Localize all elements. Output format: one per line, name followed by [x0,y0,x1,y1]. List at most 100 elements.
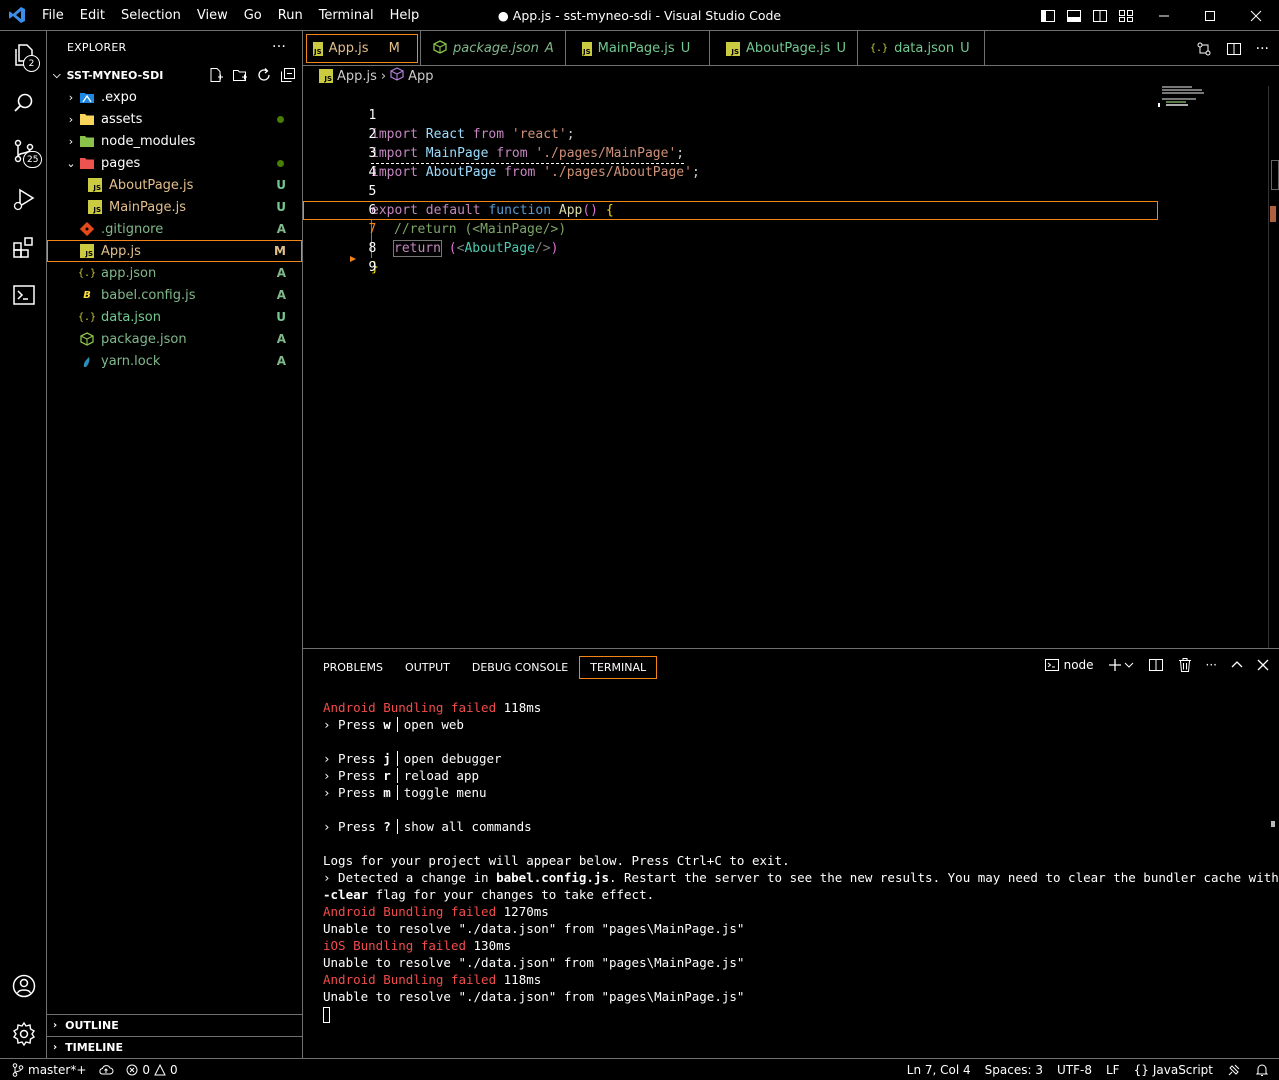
more-actions-icon[interactable]: ··· [1256,41,1269,57]
split-editor-icon[interactable] [1226,41,1242,57]
accounts-icon[interactable] [0,962,47,1010]
refresh-icon[interactable] [256,67,272,83]
timeline-title: TIMELINE [65,1041,124,1054]
maximize-panel-icon[interactable] [1231,659,1243,671]
source-control-badge: 25 [23,151,43,168]
chevron-down-icon[interactable] [1124,660,1134,670]
code-line-current: 7 return (<AboutPage/>) [303,201,1158,258]
sync-cloud-icon[interactable] [98,1064,114,1076]
customize-layout-icon[interactable] [1118,8,1134,24]
minimize-button[interactable] [1141,0,1187,31]
plus-icon [1108,659,1121,671]
maximize-button[interactable] [1187,0,1233,31]
tree-folder-expo[interactable]: › .expo [47,86,302,108]
menu-selection[interactable]: Selection [113,0,189,31]
more-actions-icon[interactable]: ··· [1206,658,1217,672]
search-icon[interactable] [0,79,47,127]
explorer-more-actions-icon[interactable]: ··· [272,39,286,55]
tab-label: App.js [328,41,369,56]
tree-folder-assets[interactable]: › assets [47,108,302,130]
source-control-icon[interactable]: 25 [0,127,47,175]
project-root[interactable]: ⌵ SST-MYNEO-SDI [47,64,302,86]
trash-icon[interactable] [1178,657,1192,673]
menu-run[interactable]: Run [270,0,311,31]
language-mode[interactable]: {} JavaScript [1134,1063,1213,1077]
remote-explorer-icon[interactable] [0,271,47,319]
feedback-icon[interactable] [1227,1063,1241,1077]
timeline-section[interactable]: › TIMELINE [47,1036,302,1058]
code-line: 9 [303,239,1158,275]
tree-file-gitignore[interactable]: .gitignore A [47,218,302,240]
extensions-icon[interactable] [0,223,47,271]
tree-file-app-json[interactable]: {.} app.json A [47,262,302,284]
scrollbar-thumb[interactable] [1271,160,1279,190]
menu-bar: File Edit Selection View Go Run Terminal… [34,0,427,31]
new-folder-icon[interactable] [232,67,248,83]
tree-file-mainpage[interactable]: JS MainPage.js U [47,196,302,218]
tree-file-package-json[interactable]: package.json A [47,328,302,350]
tree-file-app[interactable]: JS App.js M [47,240,302,262]
menu-terminal[interactable]: Terminal [311,0,382,31]
tab-problems[interactable]: PROBLEMS [313,657,393,678]
open-changes-icon[interactable] [1196,41,1212,57]
file-tree: › .expo › assets › node_modules ⌄ pages … [47,86,302,372]
git-status-badge: A [276,288,286,302]
end-of-line[interactable]: LF [1106,1063,1120,1077]
explorer-icon[interactable]: 2 [0,31,47,79]
tab-actions: ··· [1196,31,1269,66]
indentation[interactable]: Spaces: 3 [985,1063,1043,1077]
tab-mainpage-js[interactable]: JS MainPage.js U [566,31,710,66]
tab-package-json[interactable]: package.json A [421,31,566,66]
code-editor[interactable]: 1 import React from 'react'; 2 import Ma… [303,86,1279,648]
tree-file-aboutpage[interactable]: JS AboutPage.js U [47,174,302,196]
editor-scrollbar[interactable] [1268,86,1279,648]
tree-folder-node-modules[interactable]: › node_modules [47,130,302,152]
tab-data-json[interactable]: {.} data.json U [858,31,985,66]
tab-app-js[interactable]: JS App.js M [303,31,421,66]
close-button[interactable] [1233,0,1279,31]
outline-section[interactable]: › OUTLINE [47,1014,302,1036]
terminal-scroll-marker [1271,821,1275,827]
menu-go[interactable]: Go [236,0,270,31]
terminal-output[interactable]: Android Bundling failed 118ms › Press wo… [323,699,1279,1023]
toggle-secondary-sidebar-icon[interactable] [1092,8,1108,24]
terminal-line: Android Bundling failed 118ms [323,972,542,987]
cursor-position[interactable]: Ln 7, Col 4 [907,1063,971,1077]
layout-controls [1040,0,1134,31]
git-status-badge: U [276,310,286,324]
pages-folder-icon [79,155,95,171]
menu-edit[interactable]: Edit [72,0,113,31]
terminal-line: Unable to resolve "./data.json" from "pa… [323,989,745,1004]
tree-file-yarn-lock[interactable]: yarn.lock A [47,350,302,372]
terminal-selector[interactable]: node [1044,657,1094,673]
encoding[interactable]: UTF-8 [1057,1063,1092,1077]
new-file-icon[interactable] [208,67,224,83]
toggle-panel-icon[interactable] [1066,8,1082,24]
tree-file-data-json[interactable]: {.} data.json U [47,306,302,328]
menu-help[interactable]: Help [382,0,428,31]
split-terminal-icon[interactable] [1148,657,1164,673]
json-file-icon: {.} [77,267,97,279]
code-line: 2 import MainPage from './pages/MainPage… [303,106,1158,164]
run-debug-icon[interactable] [0,175,47,223]
editor-tabs: JS App.js M package.json A JS MainPage.j… [303,31,1279,66]
toggle-primary-sidebar-icon[interactable] [1040,8,1056,24]
minimap[interactable] [1158,86,1258,116]
breadcrumb-file[interactable]: App.js [337,69,377,84]
tree-file-babel-config[interactable]: B babel.config.js A [47,284,302,306]
notifications-bell-icon[interactable] [1255,1063,1269,1077]
new-terminal-button[interactable] [1108,658,1134,672]
menu-view[interactable]: View [189,0,236,31]
close-panel-icon[interactable] [1257,659,1269,671]
tree-folder-pages[interactable]: ⌄ pages [47,152,302,174]
collapse-all-icon[interactable] [280,67,296,83]
breadcrumb-symbol[interactable]: App [408,69,433,84]
tab-aboutpage-js[interactable]: JS AboutPage.js U [710,31,858,66]
tab-output[interactable]: OUTPUT [395,657,460,678]
tab-terminal[interactable]: TERMINAL [579,656,658,679]
problems-status[interactable]: 0 0 [126,1063,178,1077]
tab-debug-console[interactable]: DEBUG CONSOLE [462,657,578,678]
menu-file[interactable]: File [34,0,72,31]
settings-gear-icon[interactable] [0,1010,47,1058]
branch-status[interactable]: master*+ [12,1063,86,1077]
